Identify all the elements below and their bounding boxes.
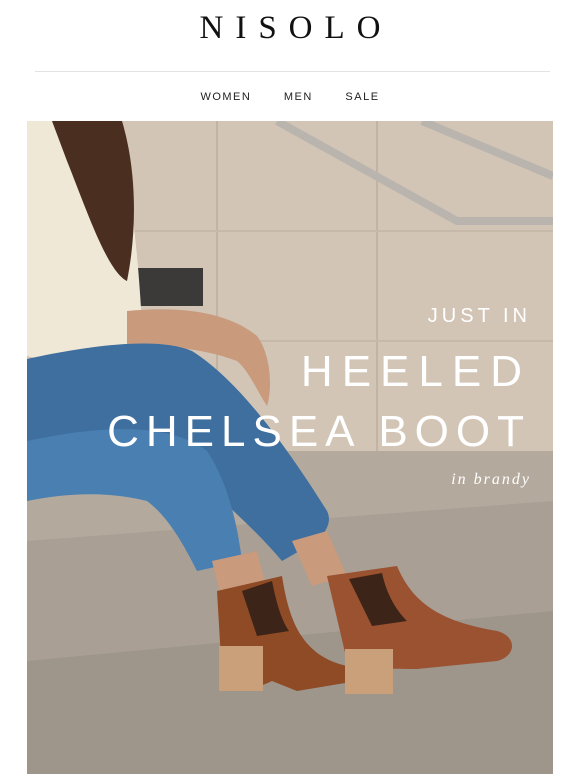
nisolo-logo[interactable]: NISOLO (0, 10, 580, 47)
boot-left-heel (219, 646, 263, 691)
hero-banner[interactable]: JUST IN HEELED CHELSEA BOOT in brandy (27, 121, 553, 774)
main-nav: WOMEN MEN SALE (0, 91, 580, 103)
nav-women-link[interactable]: WOMEN (200, 91, 251, 103)
hero-kicker: JUST IN (427, 305, 531, 327)
header-divider (35, 71, 550, 72)
hero-headline-line-2: CHELSEA BOOT (107, 407, 531, 456)
nav-sale-link[interactable]: SALE (345, 91, 379, 103)
email-header: NISOLO WOMEN MEN SALE (0, 0, 580, 120)
boot-right-heel (345, 649, 393, 694)
hero-headline-line-1: HEELED (300, 347, 531, 396)
hero-subhead: in brandy (451, 471, 531, 488)
nav-men-link[interactable]: MEN (284, 91, 313, 103)
